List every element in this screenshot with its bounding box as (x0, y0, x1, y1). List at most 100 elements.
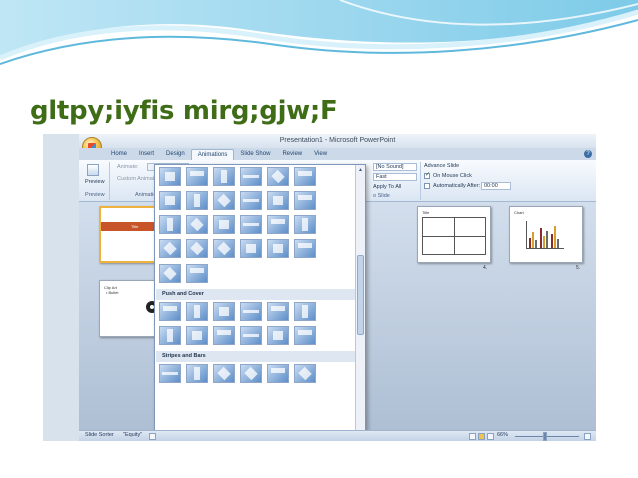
zoom-slider-thumb[interactable] (543, 432, 547, 441)
transition-icon[interactable] (213, 239, 235, 258)
transition-icon[interactable] (267, 326, 289, 345)
transition-icon[interactable] (294, 215, 316, 234)
transition-icon[interactable] (240, 364, 262, 383)
slide-thumbnail-4[interactable]: Title (417, 206, 491, 263)
transition-icon[interactable] (294, 167, 316, 186)
mini-chart-bar (540, 228, 542, 248)
mini-chart-bar (543, 236, 545, 248)
transition-icon[interactable] (240, 239, 262, 258)
transition-icon[interactable] (159, 239, 181, 258)
transition-icon[interactable] (186, 215, 208, 234)
auto-time-value: 00:00 (484, 183, 498, 189)
sound-value: [No Sound] (376, 164, 404, 170)
transition-icon[interactable] (267, 302, 289, 321)
gallery-section-header: Push and Cover (156, 289, 355, 300)
transition-icon[interactable] (159, 167, 181, 186)
transition-icon[interactable] (294, 364, 316, 383)
group-divider (420, 162, 421, 200)
auto-time-field[interactable]: 00:00 (481, 182, 511, 190)
normal-view-icon[interactable] (469, 433, 476, 440)
help-icon[interactable]: ? (584, 150, 592, 158)
header-swoosh (0, 0, 638, 65)
transition-gallery: Push and Cover Stripes and Bars ▲ ▼ (154, 164, 366, 440)
transition-icon[interactable] (267, 215, 289, 234)
transition-icon[interactable] (240, 191, 262, 210)
slide-show-view-icon[interactable] (487, 433, 494, 440)
transition-icon[interactable] (186, 264, 208, 283)
powerpoint-screenshot: Presentation1 - Microsoft PowerPoint Hom… (43, 134, 596, 441)
transition-icon[interactable] (294, 239, 316, 258)
transition-icon[interactable] (159, 215, 181, 234)
mini-chart-bar (529, 238, 531, 248)
slide-title-text: Chart (514, 210, 524, 215)
transition-icon[interactable] (186, 191, 208, 210)
mini-chart-bar (557, 239, 559, 248)
zoom-level: 66% (497, 432, 509, 438)
gallery-scrollbar[interactable]: ▲ ▼ (355, 165, 365, 439)
transition-icon[interactable] (294, 302, 316, 321)
transition-icon[interactable] (240, 167, 262, 186)
gallery-section-header: Stripes and Bars (156, 351, 355, 362)
preview-button[interactable]: Preview (85, 179, 105, 185)
fit-to-window-icon[interactable] (584, 433, 591, 440)
auto-after-label: Automatically After: (433, 183, 481, 189)
tab-insert[interactable]: Insert (133, 149, 160, 160)
on-mouse-click-label: On Mouse Click (433, 173, 472, 179)
on-mouse-click-checkbox[interactable] (424, 171, 430, 179)
auto-after-checkbox[interactable] (424, 183, 430, 189)
spell-check-icon[interactable] (149, 433, 156, 440)
transition-icon[interactable] (213, 191, 235, 210)
slide-thumbnail-5[interactable]: Chart (509, 206, 583, 263)
transition-icon[interactable] (267, 191, 289, 210)
zoom-slider[interactable] (515, 436, 579, 437)
transition-icon[interactable] (159, 302, 181, 321)
transition-icon[interactable] (213, 302, 235, 321)
transition-icon[interactable] (186, 364, 208, 383)
animate-label: Animate: (117, 164, 139, 170)
transition-icon[interactable] (159, 191, 181, 210)
transition-icon[interactable] (159, 264, 181, 283)
transition-icon[interactable] (159, 326, 181, 345)
speed-dropdown[interactable]: Fast (373, 173, 417, 181)
slide-number: 4. (483, 265, 488, 271)
tab-slide-show[interactable]: Slide Show (234, 149, 276, 160)
window-title: Presentation1 - Microsoft PowerPoint (79, 134, 596, 148)
tab-design[interactable]: Design (160, 149, 191, 160)
transition-icon[interactable] (186, 326, 208, 345)
tab-review[interactable]: Review (276, 149, 308, 160)
sound-dropdown[interactable]: [No Sound] (373, 163, 417, 171)
transition-icon[interactable] (213, 215, 235, 234)
group-divider (109, 162, 110, 200)
transition-icon[interactable] (294, 191, 316, 210)
slide-sorter-view-icon[interactable] (478, 433, 485, 440)
transition-icon[interactable] (240, 326, 262, 345)
slide-title-text: Title (131, 224, 139, 229)
transition-icon[interactable] (213, 364, 235, 383)
preview-icon[interactable] (87, 164, 99, 176)
scroll-up-icon[interactable]: ▲ (357, 166, 364, 174)
apply-to-all-button[interactable]: Apply To All (373, 184, 401, 190)
transition-icon[interactable] (186, 239, 208, 258)
mini-chart-bar (532, 232, 534, 248)
scroll-thumb[interactable] (357, 255, 364, 335)
transition-icon[interactable] (159, 364, 181, 383)
ribbon-tabs: Home Insert Design Animations Slide Show… (79, 148, 596, 160)
theme-status: "Equity" (123, 432, 143, 438)
transition-icon[interactable] (240, 215, 262, 234)
mini-chart (526, 221, 564, 249)
transition-icon[interactable] (186, 302, 208, 321)
transition-icon[interactable] (267, 364, 289, 383)
advance-slide-label: Advance Slide (424, 163, 460, 169)
tab-home[interactable]: Home (105, 149, 133, 160)
transition-icon[interactable] (294, 326, 316, 345)
tab-view[interactable]: View (308, 149, 333, 160)
transition-icon[interactable] (267, 239, 289, 258)
transition-icon[interactable] (213, 167, 235, 186)
mini-chart-bar (554, 226, 556, 248)
transition-icon[interactable] (186, 167, 208, 186)
transition-icon[interactable] (240, 302, 262, 321)
transition-icon[interactable] (267, 167, 289, 186)
mini-chart-bar (535, 240, 537, 248)
tab-animations[interactable]: Animations (190, 149, 235, 160)
transition-icon[interactable] (213, 326, 235, 345)
